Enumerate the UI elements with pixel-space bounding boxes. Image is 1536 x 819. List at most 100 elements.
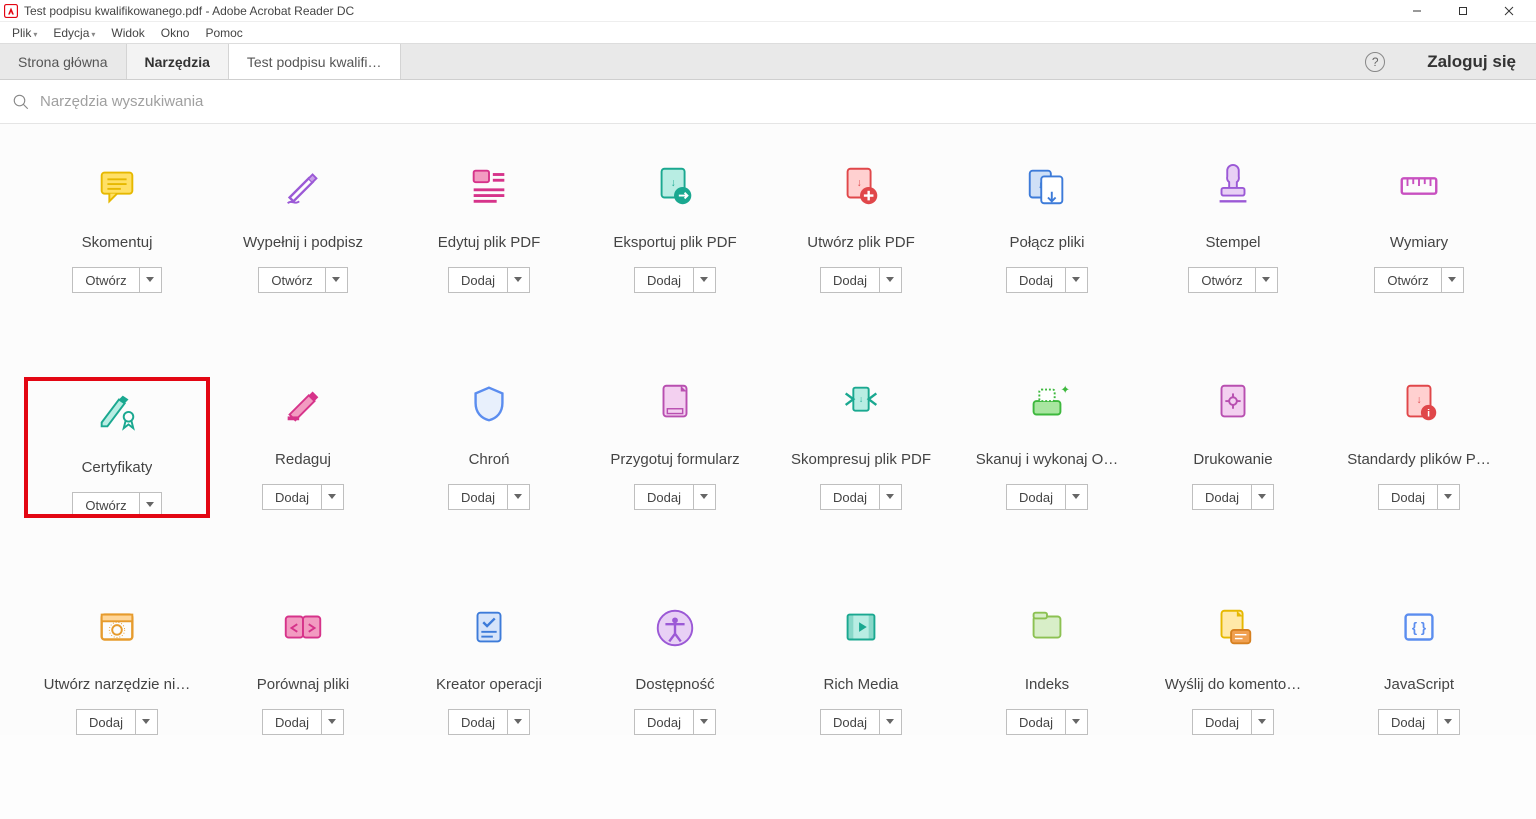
- tool-action-dropdown[interactable]: [507, 268, 529, 292]
- menu-edycja[interactable]: Edycja▾: [47, 24, 101, 42]
- tool-label: JavaScript: [1384, 676, 1454, 693]
- tool-label: Połącz pliki: [1009, 234, 1084, 251]
- tab-tools[interactable]: Narzędzia: [127, 44, 229, 79]
- tool-action-button[interactable]: Dodaj: [1192, 709, 1274, 735]
- tool-action-button[interactable]: Dodaj: [1192, 484, 1274, 510]
- tool-action-dropdown[interactable]: [1437, 485, 1459, 509]
- tool-action-dropdown[interactable]: [1441, 268, 1463, 292]
- comment-icon: [94, 160, 140, 212]
- tool-action-label: Dodaj: [821, 268, 879, 292]
- minimize-button[interactable]: [1394, 0, 1440, 22]
- tool-action-button[interactable]: Dodaj: [76, 709, 158, 735]
- tool-action-button[interactable]: Dodaj: [634, 267, 716, 293]
- tool-standards: Standardy plików P… Dodaj: [1326, 377, 1512, 518]
- compare-icon: [280, 602, 326, 654]
- window-title: Test podpisu kwalifikowanego.pdf - Adobe…: [24, 4, 354, 18]
- protect-icon: [466, 377, 512, 429]
- tools-area: SkomentujOtwórzWypełnij i podpiszOtwórzE…: [0, 124, 1536, 735]
- create-icon: [838, 160, 884, 212]
- tool-action-button[interactable]: Dodaj: [1006, 484, 1088, 510]
- tool-label: Wyślij do komento…: [1165, 676, 1302, 693]
- tool-action-button[interactable]: Dodaj: [820, 484, 902, 510]
- tool-action-label: Dodaj: [1193, 485, 1251, 509]
- tool-action-label: Dodaj: [1007, 710, 1065, 734]
- tool-action-button[interactable]: Otwórz: [72, 492, 161, 518]
- tool-action-dropdown[interactable]: [135, 710, 157, 734]
- tool-action-button[interactable]: Dodaj: [262, 709, 344, 735]
- tool-action-button[interactable]: Dodaj: [634, 709, 716, 735]
- tool-action-dropdown[interactable]: [879, 710, 901, 734]
- tool-action-dropdown[interactable]: [507, 485, 529, 509]
- tool-action-dropdown[interactable]: [1065, 268, 1087, 292]
- menu-widok[interactable]: Widok: [105, 24, 150, 42]
- maximize-button[interactable]: [1440, 0, 1486, 22]
- tool-action-button[interactable]: Dodaj: [634, 484, 716, 510]
- tool-action-button[interactable]: Dodaj: [1378, 709, 1460, 735]
- tool-action-button[interactable]: Dodaj: [262, 484, 344, 510]
- close-button[interactable]: [1486, 0, 1532, 22]
- access-icon: [652, 602, 698, 654]
- tool-action-dropdown[interactable]: [693, 268, 715, 292]
- tool-action-dropdown[interactable]: [321, 485, 343, 509]
- tool-action-button[interactable]: Otwórz: [1188, 267, 1277, 293]
- search-input[interactable]: [40, 93, 440, 110]
- tool-label: Rich Media: [823, 676, 898, 693]
- tool-action-button[interactable]: Dodaj: [1378, 484, 1460, 510]
- tool-action-button[interactable]: Dodaj: [448, 484, 530, 510]
- customtool-icon: [94, 602, 140, 654]
- tool-action-dropdown[interactable]: [879, 268, 901, 292]
- tool-action-dropdown[interactable]: [693, 710, 715, 734]
- tool-action-button[interactable]: Otwórz: [1374, 267, 1463, 293]
- tab-document[interactable]: Test podpisu kwalifi…: [229, 44, 401, 79]
- tool-action-button[interactable]: Dodaj: [820, 709, 902, 735]
- tool-scanocr: Skanuj i wykonaj O…Dodaj: [954, 377, 1140, 518]
- tool-action-dropdown[interactable]: [1255, 268, 1277, 292]
- tool-action-dropdown[interactable]: [1065, 485, 1087, 509]
- tool-redact: RedagujDodaj: [210, 377, 396, 518]
- menu-plik[interactable]: Plik▾: [6, 24, 43, 42]
- fillsign-icon: [280, 160, 326, 212]
- login-link[interactable]: Zaloguj się: [1407, 44, 1536, 79]
- tool-action-button[interactable]: Otwórz: [258, 267, 347, 293]
- measure-icon: [1396, 160, 1442, 212]
- tool-action-dropdown[interactable]: [139, 268, 161, 292]
- tool-action-dropdown[interactable]: [1065, 710, 1087, 734]
- tool-action-dropdown[interactable]: [1437, 710, 1459, 734]
- tool-action-dropdown[interactable]: [139, 493, 161, 517]
- scanocr-icon: [1024, 377, 1070, 429]
- tool-label: Skomentuj: [82, 234, 153, 251]
- tool-action-dropdown[interactable]: [325, 268, 347, 292]
- compress-icon: [838, 377, 884, 429]
- tool-action-label: Dodaj: [1007, 268, 1065, 292]
- tool-action-button[interactable]: Dodaj: [820, 267, 902, 293]
- tool-label: Utwórz narzędzie ni…: [44, 676, 191, 693]
- tool-action-dropdown[interactable]: [1251, 485, 1273, 509]
- tool-label: Edytuj plik PDF: [438, 234, 541, 251]
- richmedia-icon: [838, 602, 884, 654]
- help-icon[interactable]: ?: [1365, 52, 1385, 72]
- tool-action-button[interactable]: Dodaj: [448, 709, 530, 735]
- tab-home[interactable]: Strona główna: [0, 44, 127, 79]
- tool-action-label: Dodaj: [449, 710, 507, 734]
- tool-label: Skompresuj plik PDF: [791, 451, 931, 468]
- tool-access: DostępnośćDodaj: [582, 602, 768, 735]
- tool-action-dropdown[interactable]: [693, 485, 715, 509]
- tool-action-dropdown[interactable]: [507, 710, 529, 734]
- tool-action-button[interactable]: Dodaj: [1006, 267, 1088, 293]
- tool-action-dropdown[interactable]: [1251, 710, 1273, 734]
- tool-action-label: Dodaj: [821, 485, 879, 509]
- tool-action-label: Dodaj: [1007, 485, 1065, 509]
- menu-pomoc[interactable]: Pomoc: [199, 24, 248, 42]
- tool-action-button[interactable]: Dodaj: [1006, 709, 1088, 735]
- menu-okno[interactable]: Okno: [155, 24, 196, 42]
- tool-action-dropdown[interactable]: [879, 485, 901, 509]
- tool-action-button[interactable]: Otwórz: [72, 267, 161, 293]
- tool-action-label: Dodaj: [1193, 710, 1251, 734]
- tool-label: Standardy plików P…: [1347, 451, 1490, 468]
- tool-action-dropdown[interactable]: [321, 710, 343, 734]
- tool-export: Eksportuj plik PDFDodaj: [582, 160, 768, 293]
- title-bar: Test podpisu kwalifikowanego.pdf - Adobe…: [0, 0, 1536, 22]
- menu-bar: Plik▾Edycja▾Widok OknoPomoc: [0, 22, 1536, 44]
- tool-fillsign: Wypełnij i podpiszOtwórz: [210, 160, 396, 293]
- tool-action-button[interactable]: Dodaj: [448, 267, 530, 293]
